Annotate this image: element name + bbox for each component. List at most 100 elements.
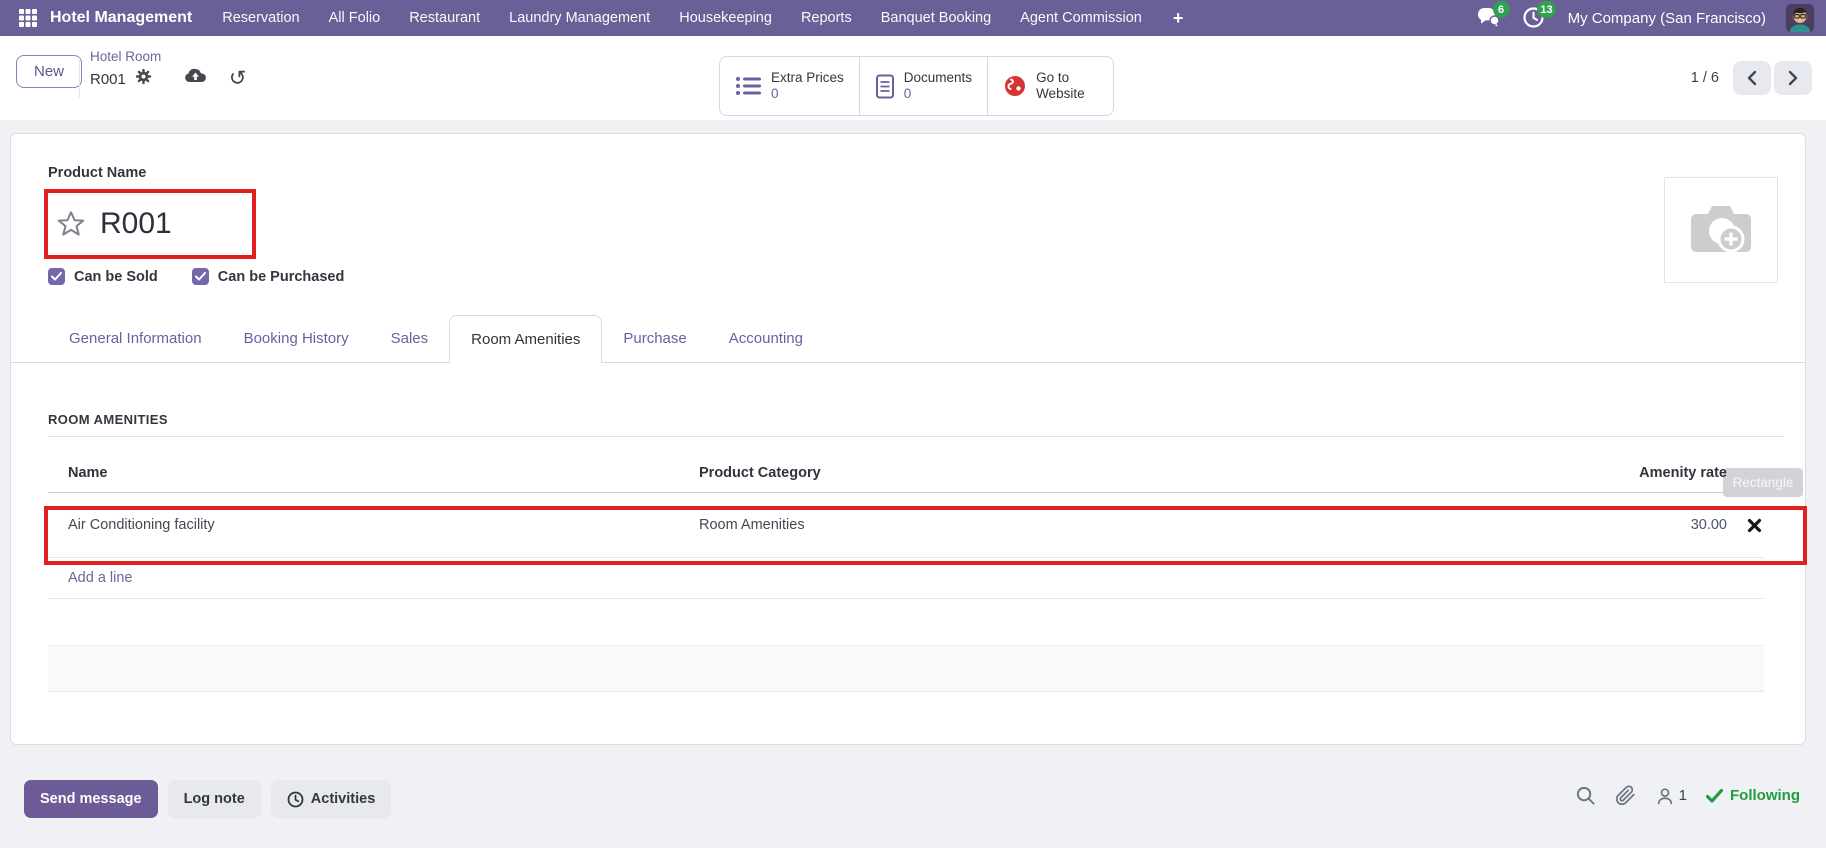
menu-item-banquet-booking[interactable]: Banquet Booking [881, 10, 991, 26]
activities-button[interactable]: Activities [271, 780, 391, 818]
main-content: Product Name R001 Can be Sold [0, 120, 1826, 848]
followers-person-icon [1655, 786, 1675, 806]
following-toggle[interactable]: Following [1706, 787, 1800, 804]
can-be-sold-label: Can be Sold [74, 269, 158, 285]
breadcrumb-parent-link[interactable]: Hotel Room [90, 49, 246, 64]
following-label: Following [1730, 787, 1800, 804]
tab-room-amenities[interactable]: Room Amenities [449, 315, 602, 363]
topbar-systray: 6 13 My Company (San Francisco) [1476, 4, 1814, 32]
annotation-rectangle-tooltip: Rectangle [1723, 468, 1803, 497]
go-to-website-label: Go to Website [1036, 70, 1098, 102]
tab-sales[interactable]: Sales [370, 315, 450, 362]
menu-item-laundry-management[interactable]: Laundry Management [509, 10, 650, 26]
globe-icon [1003, 74, 1027, 98]
menu-item-reports[interactable]: Reports [801, 10, 852, 26]
tab-general-information[interactable]: General Information [48, 315, 223, 362]
add-line-row: Add a line [48, 558, 1764, 599]
cloud-save-icon[interactable] [184, 67, 207, 91]
search-icon [1575, 785, 1596, 806]
camera-plus-icon [1688, 202, 1754, 258]
breadcrumb-current: R001 [90, 71, 126, 88]
list-icon [735, 75, 762, 97]
favorite-star-icon[interactable] [56, 209, 86, 239]
table-header-row: Name Product Category Amenity rate [48, 454, 1764, 493]
activities-systray-button[interactable]: 13 [1522, 6, 1548, 30]
delete-row-button[interactable] [1745, 516, 1764, 535]
product-name-input[interactable]: R001 [100, 207, 172, 241]
apps-grid-icon[interactable] [16, 6, 40, 30]
undo-icon[interactable]: ↺ [229, 70, 247, 88]
messages-button[interactable]: 6 [1476, 6, 1502, 30]
checkbox-checked-icon [192, 268, 209, 285]
tab-purchase[interactable]: Purchase [602, 315, 707, 362]
app-title[interactable]: Hotel Management [50, 9, 192, 27]
new-button[interactable]: New [16, 55, 82, 88]
menu-item-reservation[interactable]: Reservation [222, 10, 299, 26]
extra-prices-button[interactable]: Extra Prices 0 [720, 57, 860, 115]
can-be-purchased-checkbox[interactable]: Can be Purchased [192, 268, 345, 285]
activities-count-badge: 13 [1537, 1, 1555, 18]
column-header-name[interactable]: Name [48, 465, 699, 481]
add-a-line-link[interactable]: Add a line [68, 570, 133, 586]
user-avatar[interactable] [1786, 4, 1814, 32]
followers-button[interactable]: 1 [1655, 786, 1687, 806]
amenities-table: Name Product Category Amenity rate Air C… [48, 454, 1764, 692]
divider [48, 436, 1784, 437]
chevron-right-icon [1787, 70, 1799, 86]
log-note-button[interactable]: Log note [168, 780, 261, 818]
paperclip-icon [1615, 785, 1636, 806]
activity-clock-icon [287, 791, 304, 808]
product-image-upload[interactable] [1664, 177, 1778, 283]
table-row[interactable]: Air Conditioning facility Room Amenities… [48, 493, 1764, 558]
record-pager: 1 / 6 [1691, 61, 1812, 95]
menu-item-restaurant[interactable]: Restaurant [409, 10, 480, 26]
apps-grid-glyph [18, 8, 38, 28]
add-menu-plus-icon[interactable]: + [1173, 8, 1184, 29]
can-be-purchased-label: Can be Purchased [218, 269, 345, 285]
cell-amenity-rate[interactable]: 30.00 [1527, 517, 1727, 533]
pager-counter: 1 / 6 [1691, 70, 1719, 86]
activities-label: Activities [311, 791, 375, 807]
main-menu: Reservation All Folio Restaurant Laundry… [222, 8, 1183, 29]
send-message-button[interactable]: Send message [24, 780, 158, 818]
company-switcher[interactable]: My Company (San Francisco) [1568, 10, 1766, 27]
messages-count-badge: 6 [1493, 1, 1510, 18]
following-check-icon [1706, 789, 1723, 803]
product-name-label: Product Name [48, 165, 146, 181]
extra-prices-label: Extra Prices [771, 70, 844, 86]
empty-table-row [48, 599, 1764, 646]
tab-booking-history[interactable]: Booking History [223, 315, 370, 362]
documents-label: Documents [904, 70, 972, 86]
extra-prices-count: 0 [771, 86, 844, 102]
top-navbar: Hotel Management Reservation All Folio R… [0, 0, 1826, 36]
menu-item-all-folio[interactable]: All Folio [329, 10, 381, 26]
pager-previous-button[interactable] [1733, 61, 1771, 95]
followers-count: 1 [1679, 787, 1687, 804]
avatar-image [1786, 4, 1814, 32]
chatter-toolbar: Send message Log note Activities [24, 780, 391, 818]
documents-count: 0 [904, 86, 972, 102]
can-be-sold-checkbox[interactable]: Can be Sold [48, 268, 158, 285]
search-messages-button[interactable] [1575, 785, 1596, 806]
column-header-product-category[interactable]: Product Category [699, 465, 1527, 481]
empty-table-row [48, 646, 1764, 692]
annotation-rectangle-product-name: R001 [44, 189, 256, 259]
tab-accounting[interactable]: Accounting [708, 315, 824, 362]
menu-item-housekeeping[interactable]: Housekeeping [679, 10, 772, 26]
menu-item-agent-commission[interactable]: Agent Commission [1020, 10, 1142, 26]
column-header-amenity-rate[interactable]: Amenity rate [1527, 465, 1727, 481]
go-to-website-button[interactable]: Go to Website [988, 57, 1113, 115]
chevron-left-icon [1746, 70, 1758, 86]
form-sheet: Product Name R001 Can be Sold [10, 133, 1806, 745]
cell-amenity-name[interactable]: Air Conditioning facility [48, 517, 699, 533]
divider [79, 58, 80, 98]
cell-product-category[interactable]: Room Amenities [699, 517, 1527, 533]
documents-button[interactable]: Documents 0 [860, 57, 988, 115]
hotel-management-app: Hotel Management Reservation All Folio R… [0, 0, 1826, 848]
gear-icon[interactable] [135, 68, 152, 90]
pager-next-button[interactable] [1774, 61, 1812, 95]
attach-files-button[interactable] [1615, 785, 1636, 806]
notebook-tabs: General Information Booking History Sale… [11, 315, 1805, 363]
checkbox-checked-icon [48, 268, 65, 285]
delete-x-icon [1747, 518, 1762, 533]
